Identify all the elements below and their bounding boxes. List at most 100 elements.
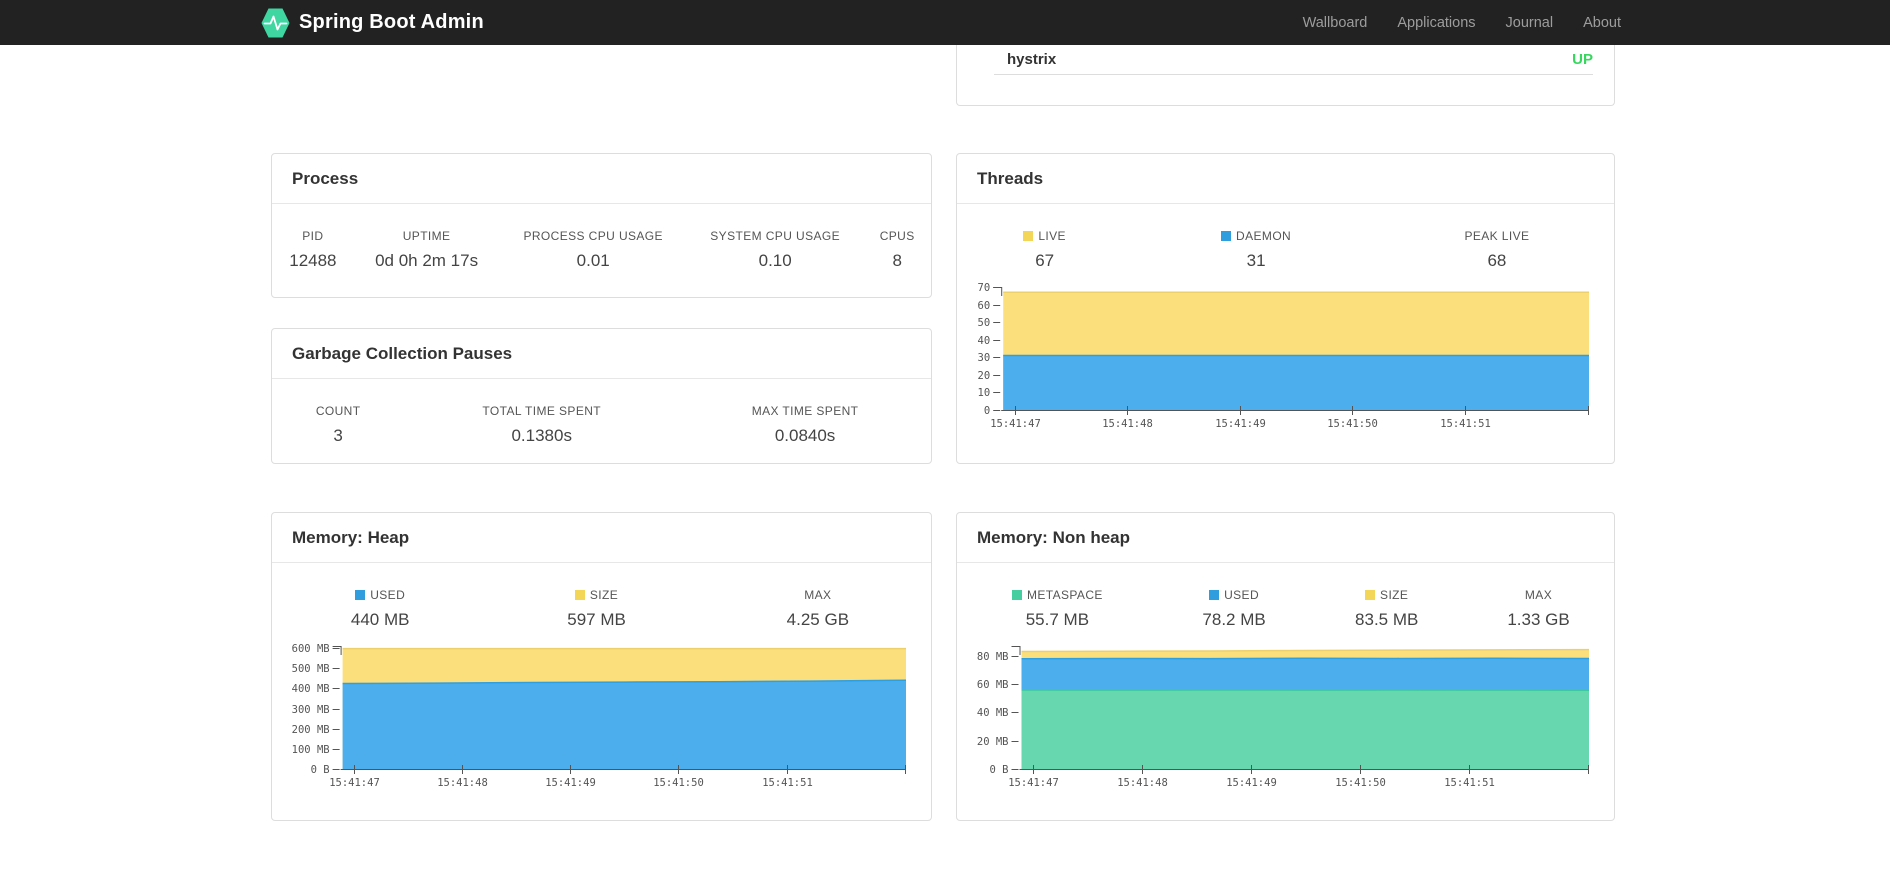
- stat-max: MAX 4.25 GB: [705, 588, 931, 630]
- nonheap-chart-svg: 0 B 20 MB 40 MB 60 MB 80 MB 15:41:47 15:41:48 1…: [977, 646, 1590, 789]
- nav-item-wallboard[interactable]: Wallboard: [1303, 15, 1368, 31]
- svg-text:100 MB: 100 MB: [292, 744, 330, 756]
- series-marker-icon: [355, 590, 366, 600]
- memory-heap-stats: USED 440 MB SIZE 597 MB MAX 4.25 GB: [272, 588, 931, 630]
- memory-heap-chart: 0 B 100 MB 200 MB 300 MB 400 MB 500 MB 600 MB 1…: [290, 642, 907, 792]
- stat-value: 0.0840s: [774, 426, 836, 445]
- svg-text:70: 70: [978, 283, 991, 294]
- svg-text:50: 50: [978, 317, 991, 329]
- stat-label: METASPACE: [969, 588, 1146, 602]
- nav-item-applications[interactable]: Applications: [1397, 15, 1475, 31]
- stat-value: 67: [1035, 251, 1055, 270]
- process-card-title: Process: [272, 154, 931, 204]
- memory-nonheap-card-title: Memory: Non heap: [957, 513, 1614, 563]
- memory-heap-card-title: Memory: Heap: [272, 513, 931, 563]
- svg-text:15:41:47: 15:41:47: [990, 418, 1041, 430]
- stat-daemon: DAEMON 31: [1132, 229, 1380, 271]
- stat-value: 0.10: [758, 251, 792, 270]
- memory-nonheap-stats: METASPACE 55.7 MB USED 78.2 MB SIZE 83.5 MB MA…: [957, 588, 1614, 630]
- stat-value: 4.25 GB: [786, 610, 850, 629]
- svg-text:600 MB: 600 MB: [292, 643, 330, 655]
- stat-value: 68: [1487, 251, 1507, 270]
- svg-text:15:41:48: 15:41:48: [1117, 777, 1168, 789]
- memory-nonheap-chart: 0 B 20 MB 40 MB 60 MB 80 MB 15:41:47 15:41:48 1…: [975, 642, 1590, 792]
- svg-text:400 MB: 400 MB: [292, 683, 330, 695]
- stat-value: 440 MB: [350, 610, 410, 629]
- stat-value: 83.5 MB: [1355, 610, 1419, 629]
- stat-peak-live: PEAK LIVE 68: [1380, 229, 1614, 271]
- navbar: Spring Boot Admin Wallboard Applications…: [0, 0, 1890, 45]
- stat-label: SYSTEM CPU USAGE: [710, 229, 841, 243]
- stat-process-cpu-usage: PROCESS CPU USAGE 0.01: [499, 229, 687, 271]
- applications-card: hystrix UP: [956, 45, 1615, 106]
- spring-boot-admin-logo-icon: [261, 8, 290, 38]
- stat-value: 1.33 GB: [1507, 610, 1570, 629]
- stat-label: USED: [1170, 588, 1299, 602]
- svg-text:15:41:47: 15:41:47: [1008, 777, 1059, 789]
- svg-text:15:41:50: 15:41:50: [1327, 418, 1378, 430]
- stat-uptime: UPTIME 0d 0h 2m 17s: [354, 229, 500, 271]
- heap-chart-svg: 0 B 100 MB 200 MB 300 MB 400 MB 500 MB 600 MB 1…: [292, 643, 907, 789]
- svg-text:200 MB: 200 MB: [292, 724, 330, 736]
- stat-value: 0d 0h 2m 17s: [375, 251, 479, 270]
- stat-cpus: CPUS 8: [863, 229, 931, 271]
- stat-size: SIZE 83.5 MB: [1310, 588, 1463, 630]
- nav-links: Wallboard Applications Journal About: [1303, 15, 1629, 31]
- stat-label: MAX: [804, 588, 832, 602]
- stat-live: LIVE 67: [957, 229, 1132, 271]
- stat-label: USED: [284, 588, 476, 602]
- svg-text:80 MB: 80 MB: [977, 651, 1009, 663]
- svg-text:0: 0: [984, 405, 990, 417]
- process-stats: PID 12488 UPTIME 0d 0h 2m 17s PROCESS CPU US…: [272, 229, 931, 271]
- svg-text:0 B: 0 B: [311, 764, 330, 776]
- svg-text:15:41:50: 15:41:50: [1335, 777, 1386, 789]
- stat-label: CPUS: [879, 229, 915, 243]
- gc-pauses-card: Garbage Collection Pauses COUNT 3 TOTAL TI…: [271, 328, 932, 464]
- svg-text:500 MB: 500 MB: [292, 663, 330, 675]
- gc-pauses-stats: COUNT 3 TOTAL TIME SPENT 0.1380s MAX TIME SP…: [272, 404, 931, 446]
- stat-value: 0.1380s: [511, 426, 572, 445]
- page: Spring Boot Admin Wallboard Applications…: [0, 0, 1890, 892]
- gc-pauses-card-title: Garbage Collection Pauses: [272, 329, 931, 379]
- series-marker-icon: [574, 590, 585, 600]
- svg-text:40: 40: [978, 335, 991, 347]
- svg-text:15:41:48: 15:41:48: [437, 777, 488, 789]
- stat-label: TOTAL TIME SPENT: [482, 404, 602, 418]
- stat-value: 0.01: [576, 251, 610, 270]
- navbar-container: Spring Boot Admin Wallboard Applications…: [261, 0, 1629, 45]
- svg-text:20 MB: 20 MB: [977, 736, 1009, 748]
- stat-label: UPTIME: [402, 229, 451, 243]
- series-marker-icon: [1011, 590, 1022, 600]
- stat-value: 55.7 MB: [1025, 610, 1090, 629]
- stat-label: PEAK LIVE: [1464, 229, 1530, 243]
- nav-item-journal[interactable]: Journal: [1506, 15, 1554, 31]
- series-marker-icon: [1023, 231, 1034, 241]
- series-marker-icon: [1209, 590, 1220, 600]
- stat-label: COUNT: [315, 404, 361, 418]
- svg-text:15:41:51: 15:41:51: [1444, 777, 1495, 789]
- application-row[interactable]: hystrix UP: [994, 45, 1593, 75]
- stat-value: 31: [1246, 251, 1266, 270]
- svg-text:10: 10: [978, 387, 991, 399]
- stat-used: USED 440 MB: [272, 588, 488, 630]
- stat-label: DAEMON: [1144, 229, 1368, 243]
- threads-card: Threads LIVE 67 DAEMON 31 PEAK LIVE 68 0 10 20 3…: [956, 153, 1615, 464]
- svg-text:15:41:51: 15:41:51: [1440, 418, 1491, 430]
- memory-nonheap-card: Memory: Non heap METASPACE 55.7 MB USED 78.…: [956, 512, 1615, 821]
- svg-text:15:41:49: 15:41:49: [1215, 418, 1266, 430]
- stat-label: MAX: [1524, 588, 1553, 602]
- svg-text:0 B: 0 B: [990, 764, 1009, 776]
- threads-card-title: Threads: [957, 154, 1614, 204]
- threads-chart-svg: 0 10 20 30 40 50 60 70 15:41:47 15:41:48 15:41:49 1…: [978, 283, 1589, 430]
- brand-link[interactable]: Spring Boot Admin: [261, 8, 484, 38]
- stat-total-time-spent: TOTAL TIME SPENT 0.1380s: [404, 404, 679, 446]
- stat-label: PROCESS CPU USAGE: [523, 229, 663, 243]
- svg-text:15:41:47: 15:41:47: [329, 777, 380, 789]
- stat-system-cpu-usage: SYSTEM CPU USAGE 0.10: [687, 229, 863, 271]
- svg-text:300 MB: 300 MB: [292, 704, 330, 716]
- stat-value: 8: [892, 251, 902, 270]
- svg-text:15:41:51: 15:41:51: [762, 777, 813, 789]
- nav-item-about[interactable]: About: [1583, 15, 1621, 31]
- series-marker-icon: [1365, 590, 1376, 600]
- stat-value: 3: [333, 426, 343, 445]
